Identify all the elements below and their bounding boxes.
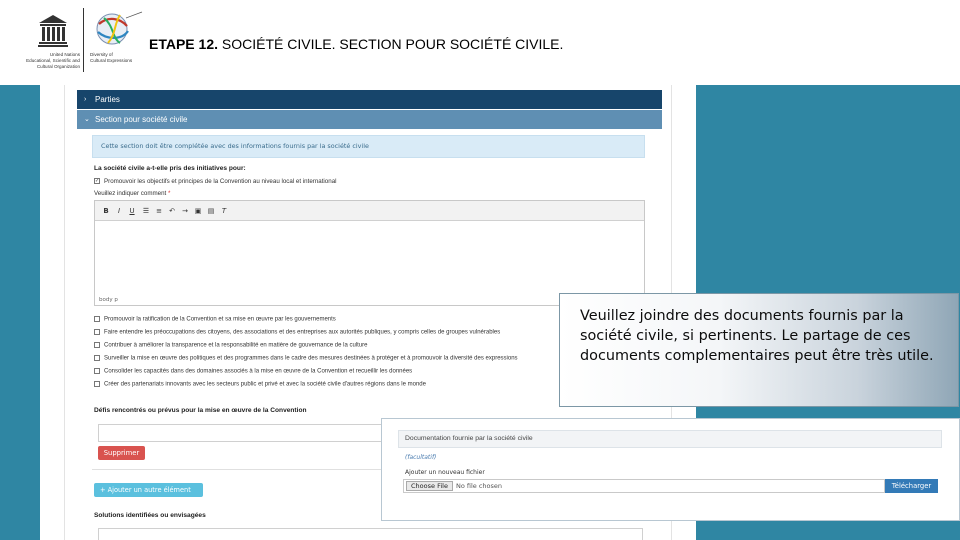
- option-label: Créer des partenariats innovants avec le…: [104, 381, 426, 388]
- option-label: Surveiller la mise en œuvre des politiqu…: [104, 355, 518, 362]
- divider: [92, 469, 392, 470]
- paste-icon[interactable]: ▣: [193, 206, 203, 216]
- add-item-button[interactable]: + Ajouter un autre élément: [94, 483, 203, 497]
- slide-title-step: ETAPE 12.: [149, 36, 218, 52]
- underline-icon[interactable]: U: [127, 206, 137, 216]
- option-checkbox[interactable]: [94, 316, 100, 322]
- option-row: Faire entendre les préoccupations des ci…: [94, 329, 500, 336]
- option-checkbox[interactable]: [94, 381, 100, 387]
- option-label: Promouvoir la ratification de la Convent…: [104, 316, 336, 323]
- option-checkbox[interactable]: [94, 368, 100, 374]
- challenges-input[interactable]: [98, 424, 388, 442]
- info-alert: Cette section doit être complétée avec d…: [92, 135, 645, 158]
- option-checkbox[interactable]: [94, 329, 100, 335]
- option-checkbox[interactable]: [94, 355, 100, 361]
- no-file-text: No file chosen: [455, 482, 502, 490]
- accordion-parties-label: Parties: [95, 95, 120, 104]
- choose-file-button[interactable]: Choose File: [406, 481, 453, 491]
- option-row: Consolider les capacités dans des domain…: [94, 368, 412, 375]
- chevron-right-icon: ›: [84, 96, 87, 103]
- challenges-label: Défis rencontrés ou prévus pour la mise …: [94, 407, 307, 414]
- unesco-name: United Nations Educational, Scientific a…: [26, 52, 80, 69]
- option-label: Faire entendre les préoccupations des ci…: [104, 329, 501, 336]
- editor-toolbar: B I U ☰ ≡ ↶ → ▣ ▤ T: [95, 201, 644, 221]
- file-input[interactable]: Choose File No file chosen: [403, 479, 885, 493]
- rich-text-editor[interactable]: B I U ☰ ≡ ↶ → ▣ ▤ T body p: [94, 200, 645, 306]
- delete-button[interactable]: Supprimer: [98, 446, 145, 460]
- clear-format-icon[interactable]: T: [219, 206, 229, 216]
- accordion-civil-society[interactable]: ⌄ Section pour société civile: [77, 110, 662, 129]
- upload-button[interactable]: Télécharger: [885, 479, 938, 493]
- numbered-list-icon[interactable]: ≡: [154, 206, 164, 216]
- solutions-input[interactable]: [98, 528, 643, 540]
- specify-label-text: Veuillez indiquer comment: [94, 190, 167, 197]
- diversity-globe-icon: [96, 11, 143, 45]
- optional-label: (facultatif): [405, 454, 437, 461]
- upload-header: Documentation fournie par la société civ…: [398, 430, 942, 448]
- callout-box: Veuillez joindre des documents fournis p…: [559, 293, 959, 407]
- slide-title: ETAPE 12. SOCIÉTÉ CIVILE. SECTION POUR S…: [149, 36, 563, 52]
- specify-label: Veuillez indiquer comment *: [94, 190, 170, 197]
- bold-icon[interactable]: B: [101, 206, 111, 216]
- option-checkbox[interactable]: [94, 342, 100, 348]
- slide-title-text: SOCIÉTÉ CIVILE. SECTION POUR SOCIÉTÉ CIV…: [218, 36, 564, 52]
- logo-divider: [83, 8, 84, 72]
- accordion-parties[interactable]: › Parties: [77, 90, 662, 109]
- editor-path: body p: [99, 297, 118, 303]
- option-row: Surveiller la mise en œuvre des politiqu…: [94, 355, 518, 362]
- callout-text: Veuillez joindre des documents fournis p…: [580, 308, 934, 364]
- required-marker: *: [167, 190, 171, 197]
- checked-option-label: Promouvoir les objectifs et principes de…: [104, 178, 337, 185]
- unesco-temple-icon: [38, 15, 68, 47]
- option-row: Créer des partenariats innovants avec le…: [94, 381, 426, 388]
- add-file-label: Ajouter un nouveau fichier: [405, 469, 485, 476]
- option-row: Promouvoir la ratification de la Convent…: [94, 316, 336, 323]
- accordion-civil-society-label: Section pour société civile: [95, 115, 188, 124]
- info-alert-text: Cette section doit être complétée avec d…: [101, 142, 369, 150]
- undo-icon[interactable]: ↶: [167, 206, 177, 216]
- option-label: Consolider les capacités dans des domain…: [104, 368, 413, 375]
- chevron-down-icon: ⌄: [84, 116, 90, 123]
- diversity-name: Diversity of Cultural Expressions: [90, 52, 133, 63]
- checked-option-row: ✓ Promouvoir les objectifs et principes d…: [94, 178, 337, 185]
- initiatives-question: La société civile a-t-elle pris des init…: [94, 165, 246, 172]
- redo-icon[interactable]: →: [180, 206, 190, 216]
- option-label: Contribuer à améliorer la transparence e…: [104, 342, 368, 349]
- italic-icon[interactable]: I: [114, 206, 124, 216]
- solutions-label: Solutions identifiées ou envisagées: [94, 512, 206, 519]
- bullet-list-icon[interactable]: ☰: [141, 206, 151, 216]
- option-checkbox-checked[interactable]: ✓: [94, 178, 100, 185]
- option-row: Contribuer à améliorer la transparence e…: [94, 342, 367, 349]
- paste-text-icon[interactable]: ▤: [206, 206, 216, 216]
